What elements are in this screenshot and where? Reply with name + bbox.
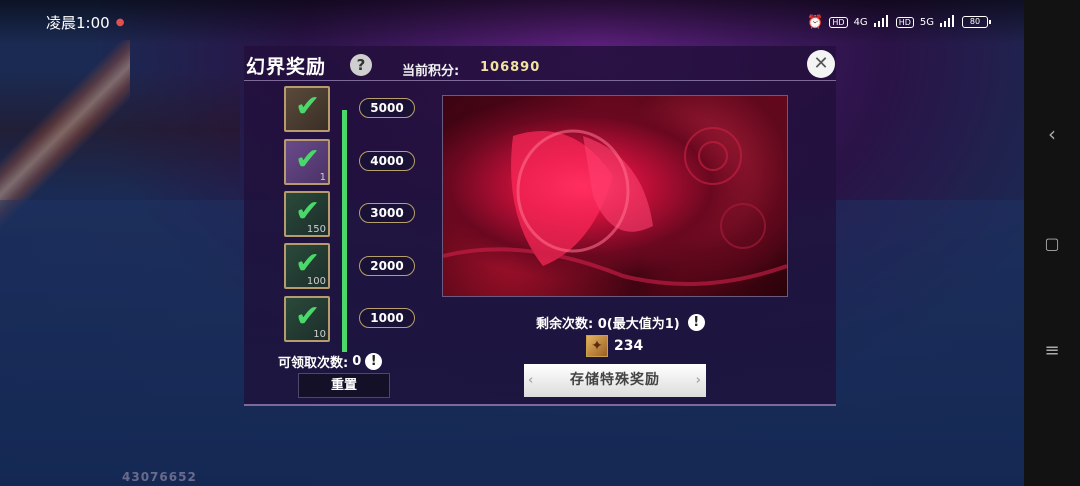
reset-button[interactable]: 重置 (298, 373, 390, 398)
system-nav-bar: ‹ ▢ ≡ (1024, 0, 1080, 486)
store-special-reward-button[interactable]: ‹ 存储特殊奖励 › (524, 364, 706, 397)
clock: 凌晨1:00 (46, 13, 110, 32)
alarm-icon: ⏰ (807, 14, 824, 30)
claimable-count: 可领取次数: 0 ! (278, 352, 383, 371)
signal-icon (873, 14, 890, 30)
reward-dialog: 幻界奖励 ? 当前积分: 106890 ✕ ✔ ✔ 1 ✔ 150 ✔ 100 … (244, 46, 836, 406)
help-icon[interactable]: ? (350, 54, 372, 76)
score-value: 106890 (480, 60, 541, 75)
reward-slot[interactable]: ✔ 150 (284, 191, 330, 237)
status-bar: 凌晨1:00 ● ⏰ HD 4G HD 5G 80 (0, 0, 1024, 44)
info-icon[interactable]: ! (365, 353, 383, 370)
reward-slot[interactable]: ✔ 10 (284, 296, 330, 342)
store-button-label: 存储特殊奖励 (570, 372, 660, 388)
threshold-badge: 5000 (359, 98, 415, 118)
currency-item-icon: ✦ (586, 335, 608, 357)
remaining-label: 剩余次数: 0(最大值为1) (536, 317, 680, 332)
claimable-label: 可领取次数: (278, 356, 349, 371)
reward-slot[interactable]: ✔ (284, 86, 330, 132)
battery-icon: 80 (962, 16, 991, 28)
claimable-value: 0 (352, 354, 362, 369)
threshold-badge: 2000 (359, 256, 415, 276)
score-progress-bar (342, 110, 347, 352)
threshold-badge: 3000 (359, 203, 415, 223)
reward-count: 100 (306, 276, 326, 287)
reward-count: 150 (306, 224, 326, 235)
currency-display: ✦ 234 (586, 335, 643, 357)
arrow-right-icon: › (695, 373, 702, 388)
arrow-left-icon: ‹ (528, 373, 535, 388)
divider (244, 80, 836, 81)
hd-badge: HD (829, 16, 848, 28)
user-id: 43076652 (122, 470, 197, 484)
signal-icon-2 (940, 14, 956, 30)
network-5g-label: 5G (919, 16, 934, 28)
info-icon-2[interactable]: ! (687, 314, 705, 331)
home-icon[interactable]: ▢ (1024, 234, 1080, 253)
threshold-badge: 4000 (359, 151, 415, 171)
check-icon: ✔ (295, 142, 321, 177)
divider-bottom (244, 404, 836, 406)
currency-value: 234 (614, 338, 644, 354)
network-4g-label: 4G (853, 16, 868, 28)
reward-slot[interactable]: ✔ 100 (284, 243, 330, 289)
remaining-count: 剩余次数: 0(最大值为1) ! (536, 313, 705, 332)
reward-preview-image (442, 95, 788, 297)
threshold-badge: 1000 (359, 308, 415, 328)
close-button[interactable]: ✕ (807, 50, 835, 78)
reward-count: 1 (319, 172, 326, 183)
check-icon: ✔ (295, 89, 321, 124)
hd-badge-2: HD (895, 16, 914, 28)
reward-slot[interactable]: ✔ 1 (284, 139, 330, 185)
reward-count: 10 (313, 329, 326, 340)
notification-icon: ● (115, 16, 125, 28)
dialog-title: 幻界奖励 (246, 56, 327, 78)
menu-icon[interactable]: ≡ (1024, 340, 1080, 361)
back-icon[interactable]: ‹ (1024, 122, 1080, 146)
score-label: 当前积分: (402, 64, 460, 79)
